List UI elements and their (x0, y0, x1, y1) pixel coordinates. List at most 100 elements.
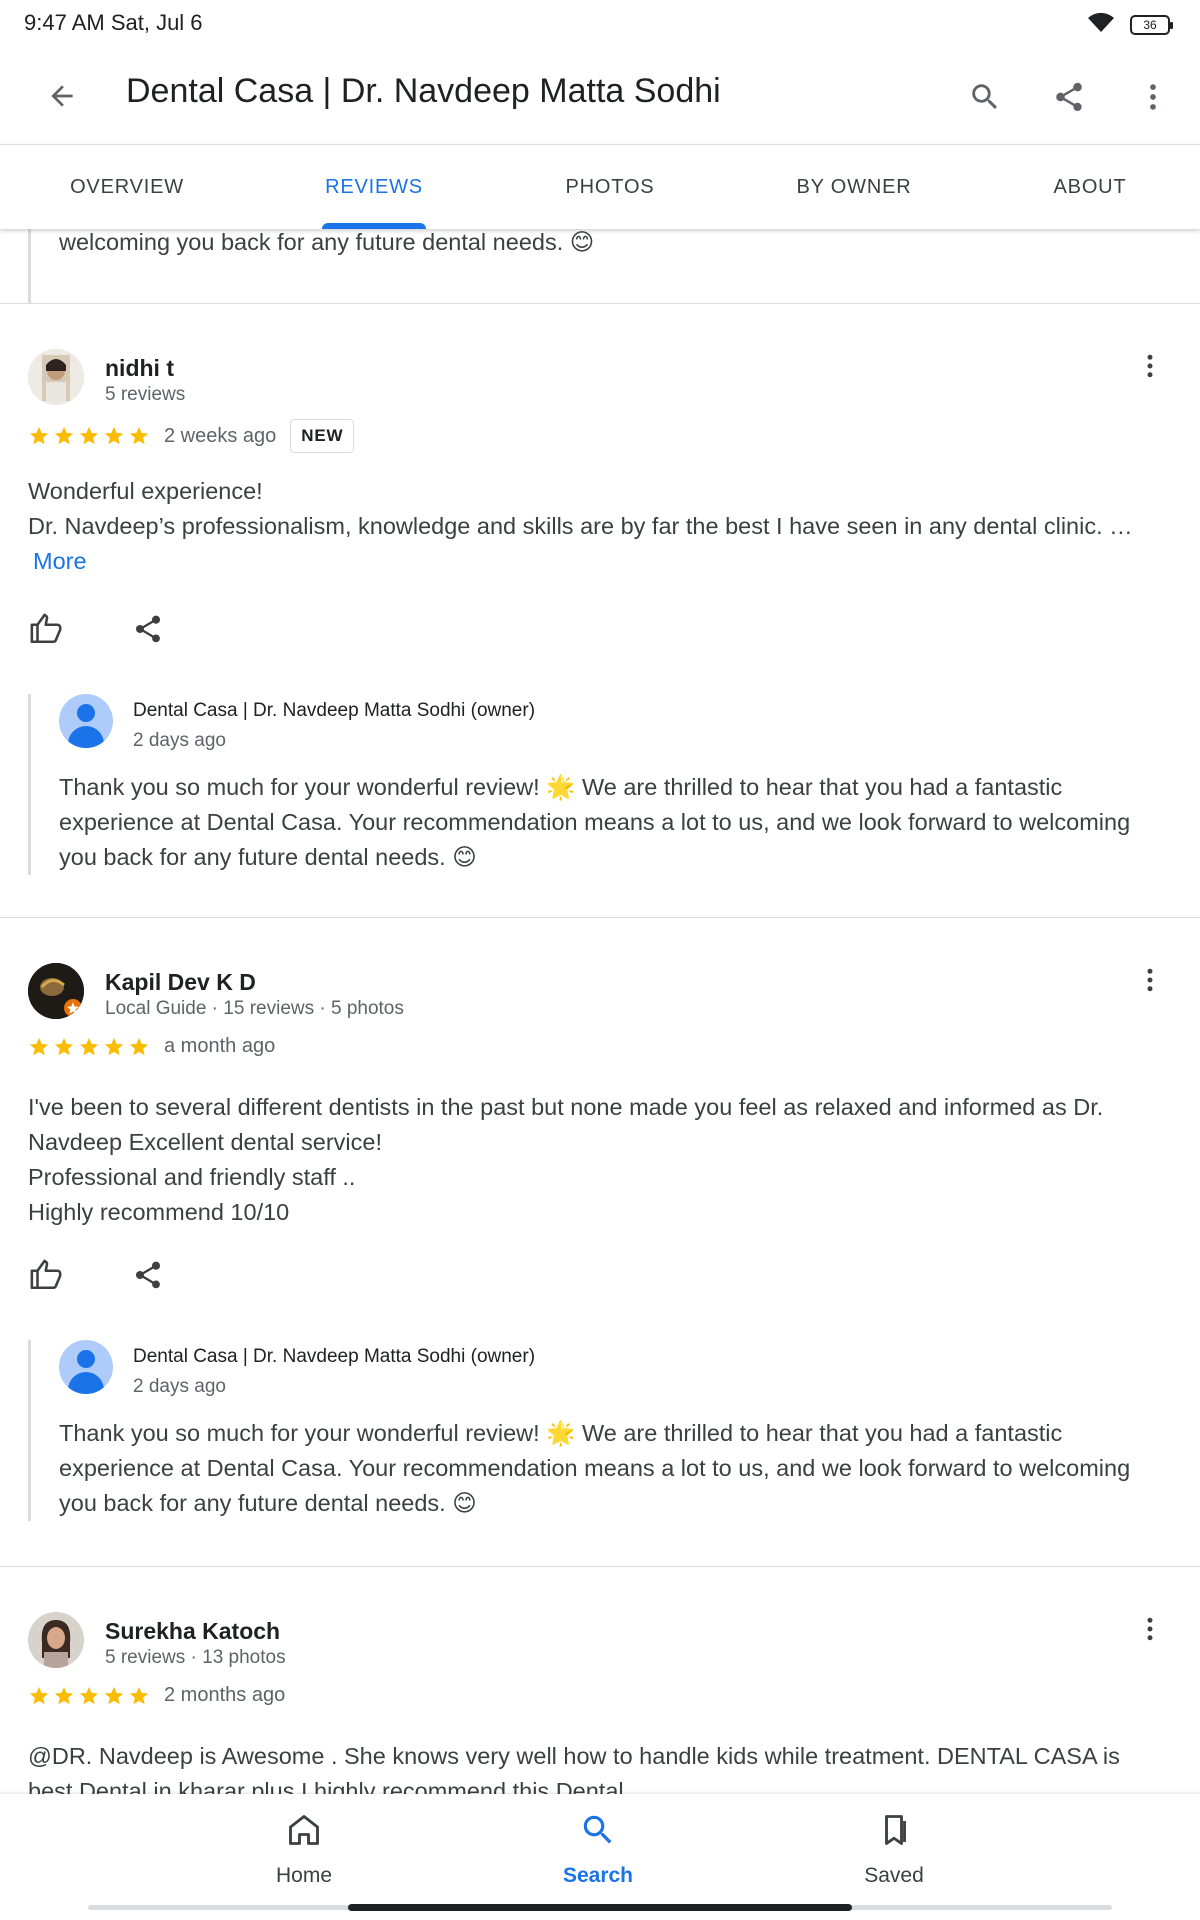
star-rating (28, 425, 150, 447)
owner-avatar (59, 694, 113, 748)
star-icon (29, 1037, 49, 1055)
review-actions (26, 1255, 168, 1295)
avatar[interactable] (28, 349, 84, 405)
owner-reply: Dental Casa | Dr. Navdeep Matta Sodhi (o… (28, 1340, 1168, 1521)
wifi-icon (1086, 10, 1116, 39)
more-link[interactable]: More (33, 548, 87, 574)
like-button[interactable] (26, 1255, 66, 1295)
share-review-button[interactable] (128, 1255, 168, 1295)
share-button[interactable] (1042, 70, 1096, 124)
reviewer-name[interactable]: Surekha Katoch (105, 1618, 280, 1645)
star-rating (28, 1685, 150, 1707)
saved-icon (872, 1808, 916, 1852)
share-icon (135, 615, 161, 643)
star-icon (29, 1686, 49, 1704)
review-time: a month ago (164, 1035, 276, 1057)
like-button[interactable] (26, 609, 66, 649)
home-icon (282, 1808, 326, 1852)
reviewer-name[interactable]: Kapil Dev K D (105, 969, 256, 996)
tab-about[interactable]: ABOUT (1040, 145, 1140, 229)
reviewer-meta: 5 reviews · 13 photos (105, 1647, 286, 1668)
avatar[interactable] (28, 1612, 84, 1668)
reply-text: Thank you so much for your wonderful rev… (59, 774, 1131, 870)
star-icon (54, 426, 74, 445)
review-more-button[interactable] (1124, 340, 1176, 392)
star-icon (129, 1686, 149, 1704)
reviewer-name[interactable]: nidhi t (105, 355, 174, 382)
star-icon (129, 426, 149, 445)
reply-text: welcoming you back for any future dental… (59, 229, 595, 255)
owner-reply-time: 2 days ago (133, 1376, 226, 1397)
review-text: Wonderful experience! Dr. Navdeep’s prof… (28, 478, 1133, 574)
owner-name: Dental Casa | Dr. Navdeep Matta Sodhi (o… (133, 1346, 536, 1367)
reply-text: Thank you so much for your wonderful rev… (59, 1420, 1131, 1516)
owner-avatar (59, 1340, 113, 1394)
owner-reply: Dental Casa | Dr. Navdeep Matta Sodhi (o… (28, 694, 1168, 875)
star-icon (104, 1037, 124, 1055)
owner-reply-time: 2 days ago (133, 730, 226, 751)
nav-label: Search (562, 1864, 634, 1887)
rating-row: 2 weeks ago NEW (28, 419, 355, 453)
star-rating (28, 1036, 150, 1058)
review-card: Surekha Katoch 5 reviews · 13 photos 2 m… (0, 1567, 1200, 1794)
star-icon (129, 1037, 149, 1055)
more-vert-icon (1147, 968, 1153, 992)
tab-by-owner[interactable]: BY OWNER (780, 145, 928, 229)
status-bar: 9:47 AM Sat, Jul 6 36 (0, 0, 1200, 48)
more-vert-icon (1150, 84, 1156, 110)
review-more-button[interactable] (1124, 954, 1176, 1006)
review-text: @DR. Navdeep is Awesome . She knows very… (28, 1743, 1120, 1794)
star-icon (104, 1686, 124, 1704)
bottom-navigation: Home Search Saved (0, 1794, 1200, 1920)
thumb-up-icon (30, 613, 62, 644)
back-button[interactable] (36, 70, 88, 122)
star-icon (79, 426, 99, 445)
owner-name: Dental Casa | Dr. Navdeep Matta Sodhi (o… (133, 700, 536, 721)
tab-photos[interactable]: PHOTOS (545, 145, 675, 229)
nav-search[interactable]: Search (498, 1808, 698, 1888)
page-title: Dental Casa | Dr. Navdeep Matta Sodhi (126, 72, 721, 110)
owner-reply: welcoming you back for any future dental… (28, 229, 1168, 303)
search-icon (972, 84, 998, 110)
tab-bar: OVERVIEW REVIEWS PHOTOS BY OWNER ABOUT (0, 144, 1200, 229)
star-icon (54, 1686, 74, 1704)
star-icon (79, 1037, 99, 1055)
reviewer-meta: 5 reviews (105, 384, 186, 405)
nav-label: Saved (864, 1864, 924, 1887)
battery-level: 36 (1143, 17, 1157, 32)
share-icon (1056, 82, 1082, 112)
gesture-handle[interactable] (348, 1904, 852, 1911)
nav-saved[interactable]: Saved (794, 1808, 994, 1888)
review-text: I've been to several different dentists … (28, 1094, 1104, 1225)
thumb-up-icon (30, 1259, 62, 1290)
star-icon (79, 1686, 99, 1704)
more-options-button[interactable] (1126, 70, 1180, 124)
star-icon (54, 1037, 74, 1055)
review-card: nidhi t 5 reviews 2 weeks ago NEW Wonder… (0, 304, 1200, 875)
new-badge: NEW (290, 419, 355, 453)
app-bar: Dental Casa | Dr. Navdeep Matta Sodhi (0, 48, 1200, 144)
share-icon (135, 1261, 161, 1289)
search-icon (576, 1808, 620, 1852)
tab-reviews[interactable]: REVIEWS (322, 145, 426, 229)
star-icon (29, 426, 49, 445)
share-review-button[interactable] (128, 609, 168, 649)
more-vert-icon (1147, 354, 1153, 378)
nav-label: Home (275, 1864, 333, 1887)
rating-row: 2 months ago (28, 1684, 285, 1707)
review-more-button[interactable] (1124, 1603, 1176, 1655)
review-time: 2 months ago (164, 1684, 286, 1706)
battery-icon: 36 (1130, 14, 1173, 35)
nav-home[interactable]: Home (204, 1808, 404, 1888)
review-card: Kapil Dev K D Local Guide · 15 reviews ·… (0, 918, 1200, 1521)
more-vert-icon (1147, 1617, 1153, 1641)
review-time: 2 weeks ago (164, 424, 277, 447)
search-button[interactable] (958, 70, 1012, 124)
reviewer-meta: Local Guide · 15 reviews · 5 photos (105, 998, 404, 1019)
review-actions (26, 609, 168, 649)
tab-overview[interactable]: OVERVIEW (40, 145, 214, 229)
star-icon (104, 426, 124, 445)
arrow-back-icon (51, 85, 73, 107)
reviews-list[interactable]: welcoming you back for any future dental… (0, 229, 1200, 1794)
avatar[interactable] (28, 963, 84, 1019)
